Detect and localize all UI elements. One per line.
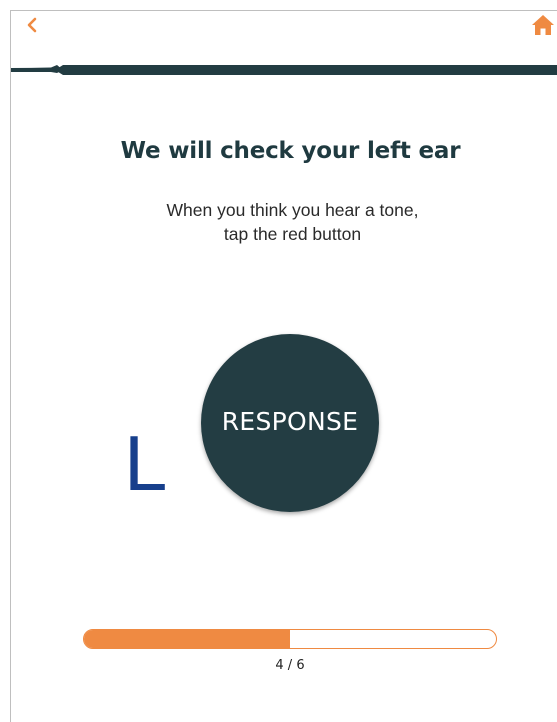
- instruction-line-1: When you think you hear a tone,: [166, 200, 419, 220]
- response-button[interactable]: RESPONSE: [201, 334, 379, 512]
- home-button[interactable]: [530, 14, 556, 40]
- progress-label: 4 / 6: [275, 658, 305, 673]
- header-band: [11, 62, 557, 78]
- back-button[interactable]: [20, 15, 44, 39]
- instruction-text: When you think you hear a tone, tap the …: [0, 198, 557, 246]
- home-icon: [531, 14, 555, 41]
- ear-indicator: L: [124, 419, 168, 507]
- instruction-line-2: tap the red button: [223, 224, 362, 244]
- response-button-label: RESPONSE: [221, 406, 359, 436]
- progress-bar: [83, 629, 497, 649]
- page-title: We will check your left ear: [120, 138, 461, 164]
- chevron-left-icon: [25, 17, 39, 38]
- progress-bar-fill: [84, 630, 290, 648]
